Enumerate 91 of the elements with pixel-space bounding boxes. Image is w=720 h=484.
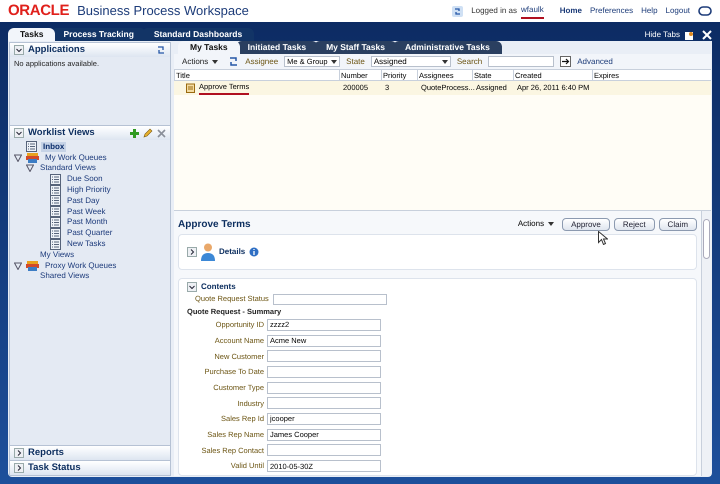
caret-icon bbox=[331, 60, 338, 64]
panel-header[interactable]: Task Status bbox=[10, 460, 170, 475]
stack-icon bbox=[26, 260, 39, 272]
tab[interactable]: My Tasks bbox=[178, 41, 240, 54]
list-icon bbox=[50, 174, 61, 185]
collapse-icon[interactable] bbox=[187, 282, 197, 292]
tree-item[interactable]: Past Week bbox=[65, 206, 108, 217]
stack-icon bbox=[26, 152, 39, 164]
tab[interactable]: Administrative Tasks bbox=[392, 41, 502, 54]
user-link[interactable]: wfaulk bbox=[521, 4, 544, 18]
refresh-icon[interactable] bbox=[452, 6, 464, 16]
refresh-icon[interactable] bbox=[156, 45, 166, 55]
person-icon bbox=[201, 243, 215, 261]
tree-item[interactable]: Past Month bbox=[65, 217, 110, 228]
header-link[interactable]: Home bbox=[560, 5, 582, 17]
tree-item[interactable]: My Views bbox=[38, 250, 76, 260]
oracle-ring-icon bbox=[698, 6, 712, 16]
list-icon bbox=[26, 141, 37, 152]
collapse-icon[interactable] bbox=[14, 45, 24, 55]
header-link[interactable]: Preferences bbox=[590, 5, 634, 17]
text-field[interactable] bbox=[267, 397, 381, 410]
go-arrow-icon[interactable] bbox=[560, 56, 572, 67]
list-icon bbox=[50, 238, 61, 250]
expand-icon[interactable] bbox=[14, 463, 24, 473]
tree-item[interactable]: Inbox bbox=[41, 142, 66, 152]
scrollbar[interactable] bbox=[701, 211, 711, 476]
close-icon[interactable] bbox=[702, 30, 712, 40]
list-icon bbox=[50, 184, 61, 196]
state-select[interactable]: Assigned bbox=[370, 56, 451, 67]
list-icon bbox=[50, 228, 61, 239]
panel-title: Applications bbox=[28, 42, 86, 57]
action-button[interactable]: Claim bbox=[658, 218, 697, 230]
advanced-link[interactable]: Advanced bbox=[577, 56, 613, 68]
section-title: Contents bbox=[201, 280, 236, 292]
collapse-icon[interactable] bbox=[26, 164, 34, 172]
tree-item[interactable]: Due Soon bbox=[65, 174, 105, 184]
collapse-icon[interactable] bbox=[14, 262, 22, 270]
tree-item[interactable]: My Work Queues bbox=[43, 152, 109, 163]
field-label: Search bbox=[456, 56, 482, 68]
hide-tabs-link[interactable]: Hide Tabs bbox=[644, 29, 680, 41]
actions-menu[interactable]: Actions bbox=[518, 218, 554, 230]
caret-icon bbox=[548, 222, 554, 226]
expand-icon[interactable] bbox=[14, 448, 24, 458]
list-icon bbox=[50, 195, 61, 206]
clipboard-icon bbox=[186, 83, 195, 93]
list-icon bbox=[50, 206, 61, 218]
tab[interactable]: Tasks bbox=[8, 28, 56, 41]
expand-icon[interactable] bbox=[187, 247, 197, 257]
caret-icon bbox=[212, 60, 218, 64]
header-link[interactable]: Help bbox=[641, 5, 658, 17]
text-field[interactable] bbox=[267, 366, 381, 378]
text-field[interactable] bbox=[267, 350, 381, 362]
section-title: Details bbox=[219, 246, 246, 258]
tree-item[interactable]: Past Day bbox=[65, 196, 102, 206]
search-field[interactable] bbox=[488, 56, 554, 67]
tree-item[interactable]: Shared Views bbox=[38, 271, 92, 282]
action-button[interactable]: Reject bbox=[614, 218, 655, 230]
tree-item[interactable]: Proxy Work Queues bbox=[43, 260, 118, 271]
caret-icon bbox=[442, 60, 448, 64]
action-button[interactable]: Approve bbox=[562, 218, 610, 230]
panel-title: Task Status bbox=[28, 460, 81, 475]
login-label: Logged in as bbox=[471, 5, 518, 17]
tab[interactable]: Standard Dashboards bbox=[142, 28, 254, 41]
text-field[interactable] bbox=[267, 444, 381, 456]
tree-item[interactable]: Past Quarter bbox=[65, 228, 114, 238]
info-icon[interactable] bbox=[249, 247, 260, 257]
panel-header[interactable]: Reports bbox=[10, 445, 170, 460]
field-label: State bbox=[346, 56, 365, 68]
tree-item[interactable]: High Priority bbox=[65, 185, 113, 196]
add-icon[interactable] bbox=[130, 128, 139, 138]
pin-icon[interactable] bbox=[684, 31, 694, 41]
field-label: Assignee bbox=[245, 56, 278, 68]
brand-logo: ORACLE bbox=[8, 0, 70, 21]
collapse-icon[interactable] bbox=[14, 154, 22, 162]
list-icon bbox=[50, 216, 61, 228]
panel-title: Reports bbox=[28, 446, 64, 460]
collapse-icon[interactable] bbox=[14, 128, 24, 138]
panel-title: Worklist Views bbox=[28, 126, 95, 140]
app-title: Business Process Workspace bbox=[77, 2, 249, 20]
refresh-icon[interactable] bbox=[228, 56, 240, 67]
tab[interactable]: My Staff Tasks bbox=[314, 41, 397, 54]
text-field[interactable] bbox=[272, 294, 387, 304]
text-field[interactable] bbox=[267, 382, 381, 394]
pencil-icon[interactable] bbox=[143, 128, 153, 138]
tree-item[interactable]: New Tasks bbox=[65, 239, 108, 250]
detail-title: Approve Terms bbox=[178, 218, 251, 232]
tree-item[interactable]: Standard Views bbox=[38, 163, 98, 174]
actions-menu[interactable]: Actions bbox=[178, 56, 222, 68]
delete-icon[interactable] bbox=[157, 128, 166, 138]
tab[interactable]: Process Tracking bbox=[51, 28, 146, 41]
header-link[interactable]: Logout bbox=[666, 5, 690, 17]
